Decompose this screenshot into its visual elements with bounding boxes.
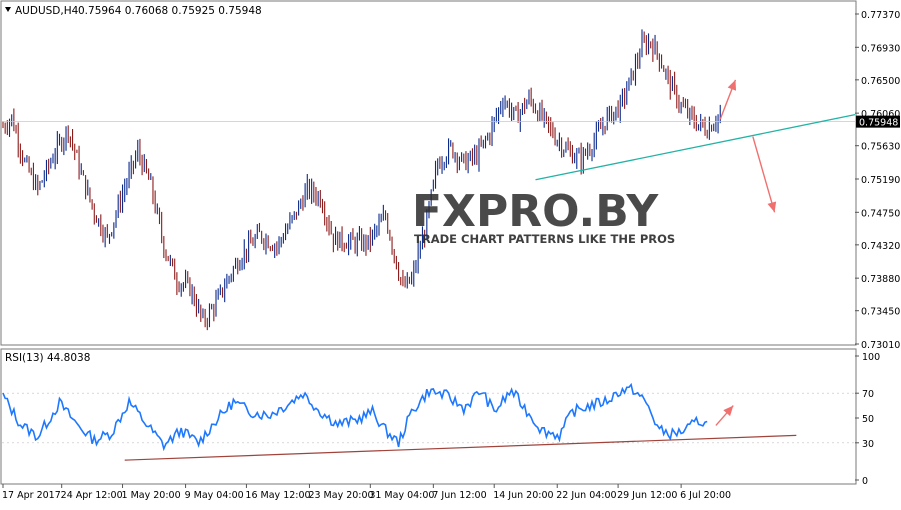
rsi-tick-label: 50: [862, 414, 874, 425]
rsi-tick-label: 30: [862, 439, 874, 450]
rsi-axis: 100 70 50 30 0: [855, 352, 880, 487]
time-tick-label: 29 Jun 12:00: [617, 490, 677, 501]
watermark: FXPRO.BY TRADE CHART PATTERNS LIKE THE P…: [412, 186, 675, 246]
watermark-logo: FXPRO.BY: [412, 186, 659, 237]
rsi-panel: RSI(13) 44.8038: [0, 348, 857, 485]
rsi-tick-label: 70: [862, 389, 874, 400]
symbol-label: AUDUSD,H4: [15, 5, 79, 17]
current-price-label: 0.75948: [859, 118, 898, 129]
time-tick-label: 24 Apr 12:00: [61, 490, 123, 501]
price-tick-label: 0.75630: [861, 142, 900, 153]
rsi-tick-label: 0: [862, 476, 868, 487]
time-tick-label: 14 Jun 20:00: [493, 490, 553, 501]
price-tick-label: 0.74320: [861, 241, 900, 252]
price-tick-label: 0.74750: [861, 208, 900, 219]
time-tick-label: 6 Jul 20:00: [680, 490, 731, 501]
time-tick-label: 16 May 12:00: [245, 490, 310, 501]
price-tick-label: 0.75190: [861, 175, 900, 186]
watermark-tagline: TRADE CHART PATTERNS LIKE THE PROS: [414, 232, 675, 246]
price-tick-label: 0.73450: [861, 307, 900, 318]
price-tick-label: 0.73880: [861, 274, 900, 285]
time-axis: 17 Apr 2017 24 Apr 12:001 May 20:00 9 May …: [2, 484, 731, 501]
chart-canvas: FXPRO.BY TRADE CHART PATTERNS LIKE THE P…: [0, 0, 900, 501]
time-tick-label: 31 May 04:00: [369, 490, 434, 501]
price-axis: 0.773700.769300.765000.760600.756300.751…: [855, 10, 900, 351]
price-tick-label: 0.76930: [861, 43, 900, 54]
time-tick-label: 17 Apr 2017: [2, 490, 61, 501]
rsi-title: RSI(13) 44.8038: [5, 352, 90, 364]
rsi-panel-frame: [0, 348, 857, 485]
price-tick-label: 0.77370: [861, 10, 900, 21]
ohlc-label: 0.75964 0.76068 0.75925 0.75948: [78, 5, 262, 17]
time-tick-label: 1 May 20:00: [122, 490, 181, 501]
price-tick-label: 0.73010: [861, 340, 900, 351]
price-tick-label: 0.76500: [861, 76, 900, 87]
rsi-tick-label: 100: [862, 352, 880, 363]
time-tick-label: 23 May 20:00: [308, 490, 373, 501]
time-tick-label: 9 May 04:00: [185, 490, 244, 501]
time-tick-label: 7 Jun 12:00: [432, 490, 486, 501]
time-tick-label: 22 Jun 04:00: [556, 490, 616, 501]
chart-header: AUDUSD,H4 0.75964 0.76068 0.75925 0.7594…: [5, 5, 262, 17]
chart-window: FXPRO.BY TRADE CHART PATTERNS LIKE THE P…: [0, 0, 901, 506]
main-price-panel: FXPRO.BY TRADE CHART PATTERNS LIKE THE P…: [0, 0, 857, 346]
